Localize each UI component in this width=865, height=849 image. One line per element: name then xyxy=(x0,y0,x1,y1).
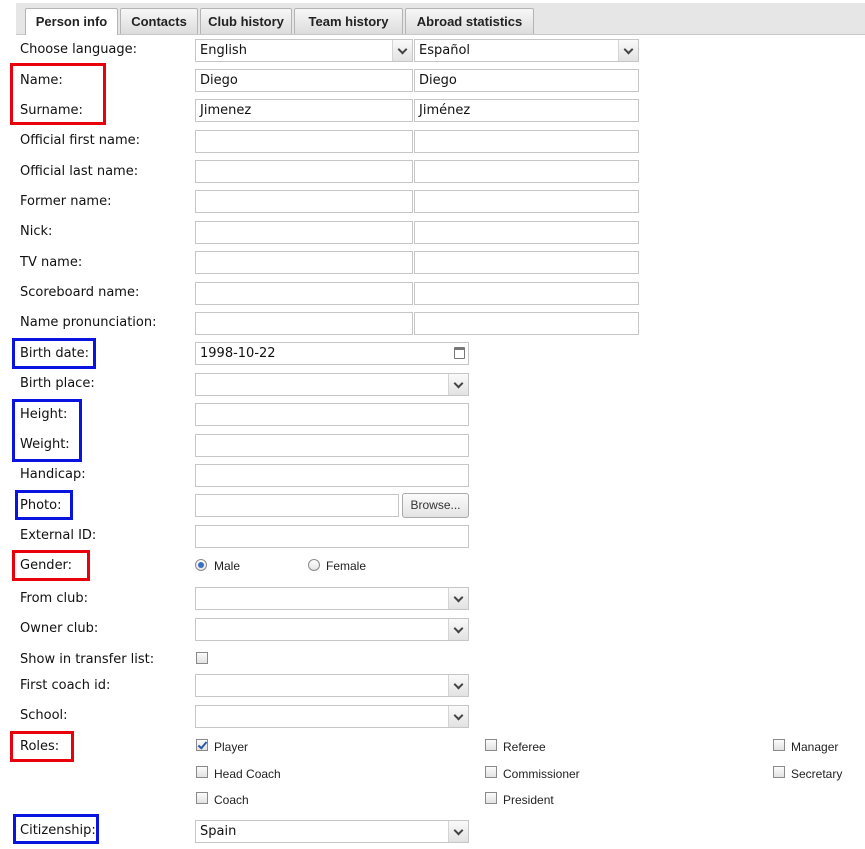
role-manager-checkbox[interactable] xyxy=(773,739,785,751)
chevron-down-icon xyxy=(448,588,468,609)
gender-male-radio[interactable] xyxy=(195,559,207,571)
official-last-name-secondary-input[interactable] xyxy=(414,160,639,183)
citizenship-value: Spain xyxy=(200,824,237,839)
official-first-name-label: Official first name: xyxy=(20,133,141,148)
surname-primary-input[interactable]: Jimenez xyxy=(195,99,413,122)
tab-team-history[interactable]: Team history xyxy=(294,8,403,34)
height-label: Height: xyxy=(20,407,68,422)
tab-person-info[interactable]: Person info xyxy=(25,8,118,35)
role-manager-label: Manager xyxy=(791,740,839,754)
scoreboard-name-label: Scoreboard name: xyxy=(20,285,140,300)
role-commissioner-checkbox[interactable] xyxy=(485,766,497,778)
scoreboard-name-secondary-input[interactable] xyxy=(414,282,639,305)
citizenship-select[interactable]: Spain xyxy=(195,820,469,843)
role-president-label: President xyxy=(503,793,554,807)
tv-name-primary-input[interactable] xyxy=(195,251,413,274)
role-head-coach-label: Head Coach xyxy=(214,767,281,781)
from-club-label: From club: xyxy=(20,591,88,606)
secondary-language-select[interactable]: Español xyxy=(414,39,639,62)
former-name-secondary-input[interactable] xyxy=(414,190,639,213)
birth-date-input[interactable]: 1998-10-22 xyxy=(195,342,469,365)
primary-language-value: English xyxy=(200,43,247,58)
secondary-language-value: Español xyxy=(419,43,471,58)
chevron-down-icon xyxy=(448,821,468,842)
roles-label: Roles: xyxy=(20,739,60,754)
surname-label: Surname: xyxy=(20,103,83,118)
former-name-label: Former name: xyxy=(20,194,112,209)
school-label: School: xyxy=(20,708,68,723)
role-coach-checkbox[interactable] xyxy=(196,792,208,804)
citizenship-label: Citizenship: xyxy=(20,823,96,838)
role-president-checkbox[interactable] xyxy=(485,792,497,804)
official-last-name-primary-input[interactable] xyxy=(195,160,413,183)
name-pronunciation-label: Name pronunciation: xyxy=(20,315,157,330)
first-coach-id-select[interactable] xyxy=(195,674,469,697)
external-id-label: External ID: xyxy=(20,528,97,543)
birth-date-label: Birth date: xyxy=(20,346,90,361)
role-player-checkbox[interactable] xyxy=(196,739,208,751)
handicap-label: Handicap: xyxy=(20,467,86,482)
nick-secondary-input[interactable] xyxy=(414,221,639,244)
birth-place-select[interactable] xyxy=(195,373,469,396)
official-first-name-secondary-input[interactable] xyxy=(414,130,639,153)
owner-club-label: Owner club: xyxy=(20,621,99,636)
role-secretary-label: Secretary xyxy=(791,767,843,781)
official-first-name-primary-input[interactable] xyxy=(195,130,413,153)
school-select[interactable] xyxy=(195,705,469,728)
show-in-transfer-list-label: Show in transfer list: xyxy=(20,652,155,667)
birth-date-value: 1998-10-22 xyxy=(200,346,276,361)
name-label: Name: xyxy=(20,73,63,88)
role-secretary-checkbox[interactable] xyxy=(773,766,785,778)
name-secondary-input[interactable]: Diego xyxy=(414,69,639,92)
primary-language-select[interactable]: English xyxy=(195,39,413,62)
chevron-down-icon xyxy=(392,40,412,61)
chevron-down-icon xyxy=(618,40,638,61)
weight-input[interactable] xyxy=(195,434,469,457)
tab-abroad-statistics[interactable]: Abroad statistics xyxy=(405,8,534,34)
tab-club-history[interactable]: Club history xyxy=(200,8,292,34)
role-referee-label: Referee xyxy=(503,740,546,754)
height-input[interactable] xyxy=(195,403,469,426)
weight-label: Weight: xyxy=(20,437,70,452)
role-player-label: Player xyxy=(214,740,249,754)
role-commissioner-label: Commissioner xyxy=(503,767,580,781)
scoreboard-name-primary-input[interactable] xyxy=(195,282,413,305)
former-name-primary-input[interactable] xyxy=(195,190,413,213)
name-primary-input[interactable]: Diego xyxy=(195,69,413,92)
official-last-name-label: Official last name: xyxy=(20,164,139,179)
gender-female-label: Female xyxy=(326,559,367,573)
first-coach-id-label: First coach id: xyxy=(20,678,111,693)
name-pronunciation-secondary-input[interactable] xyxy=(414,312,639,335)
chevron-down-icon xyxy=(448,675,468,696)
tab-contacts[interactable]: Contacts xyxy=(120,8,198,34)
gender-male-label: Male xyxy=(214,559,241,573)
choose-language-label: Choose language: xyxy=(20,42,138,57)
gender-female-radio[interactable] xyxy=(308,559,320,571)
external-id-input[interactable] xyxy=(195,525,469,548)
handicap-input[interactable] xyxy=(195,464,469,487)
gender-label: Gender: xyxy=(20,558,73,573)
nick-primary-input[interactable] xyxy=(195,221,413,244)
chevron-down-icon xyxy=(448,619,468,640)
role-coach-label: Coach xyxy=(214,793,249,807)
role-head-coach-checkbox[interactable] xyxy=(196,766,208,778)
photo-file-input[interactable] xyxy=(195,494,399,517)
calendar-icon[interactable] xyxy=(454,347,465,359)
tv-name-secondary-input[interactable] xyxy=(414,251,639,274)
from-club-select[interactable] xyxy=(195,587,469,610)
tab-bar: Person info Contacts Club history Team h… xyxy=(16,3,865,35)
name-pronunciation-primary-input[interactable] xyxy=(195,312,413,335)
nick-label: Nick: xyxy=(20,224,53,239)
owner-club-select[interactable] xyxy=(195,618,469,641)
role-referee-checkbox[interactable] xyxy=(485,739,497,751)
chevron-down-icon xyxy=(448,706,468,727)
browse-button[interactable]: Browse... xyxy=(402,493,469,518)
birth-place-label: Birth place: xyxy=(20,376,95,391)
photo-label: Photo: xyxy=(20,498,62,513)
chevron-down-icon xyxy=(448,374,468,395)
surname-secondary-input[interactable]: Jiménez xyxy=(414,99,639,122)
tv-name-label: TV name: xyxy=(20,255,83,270)
show-in-transfer-list-checkbox[interactable] xyxy=(196,652,208,664)
